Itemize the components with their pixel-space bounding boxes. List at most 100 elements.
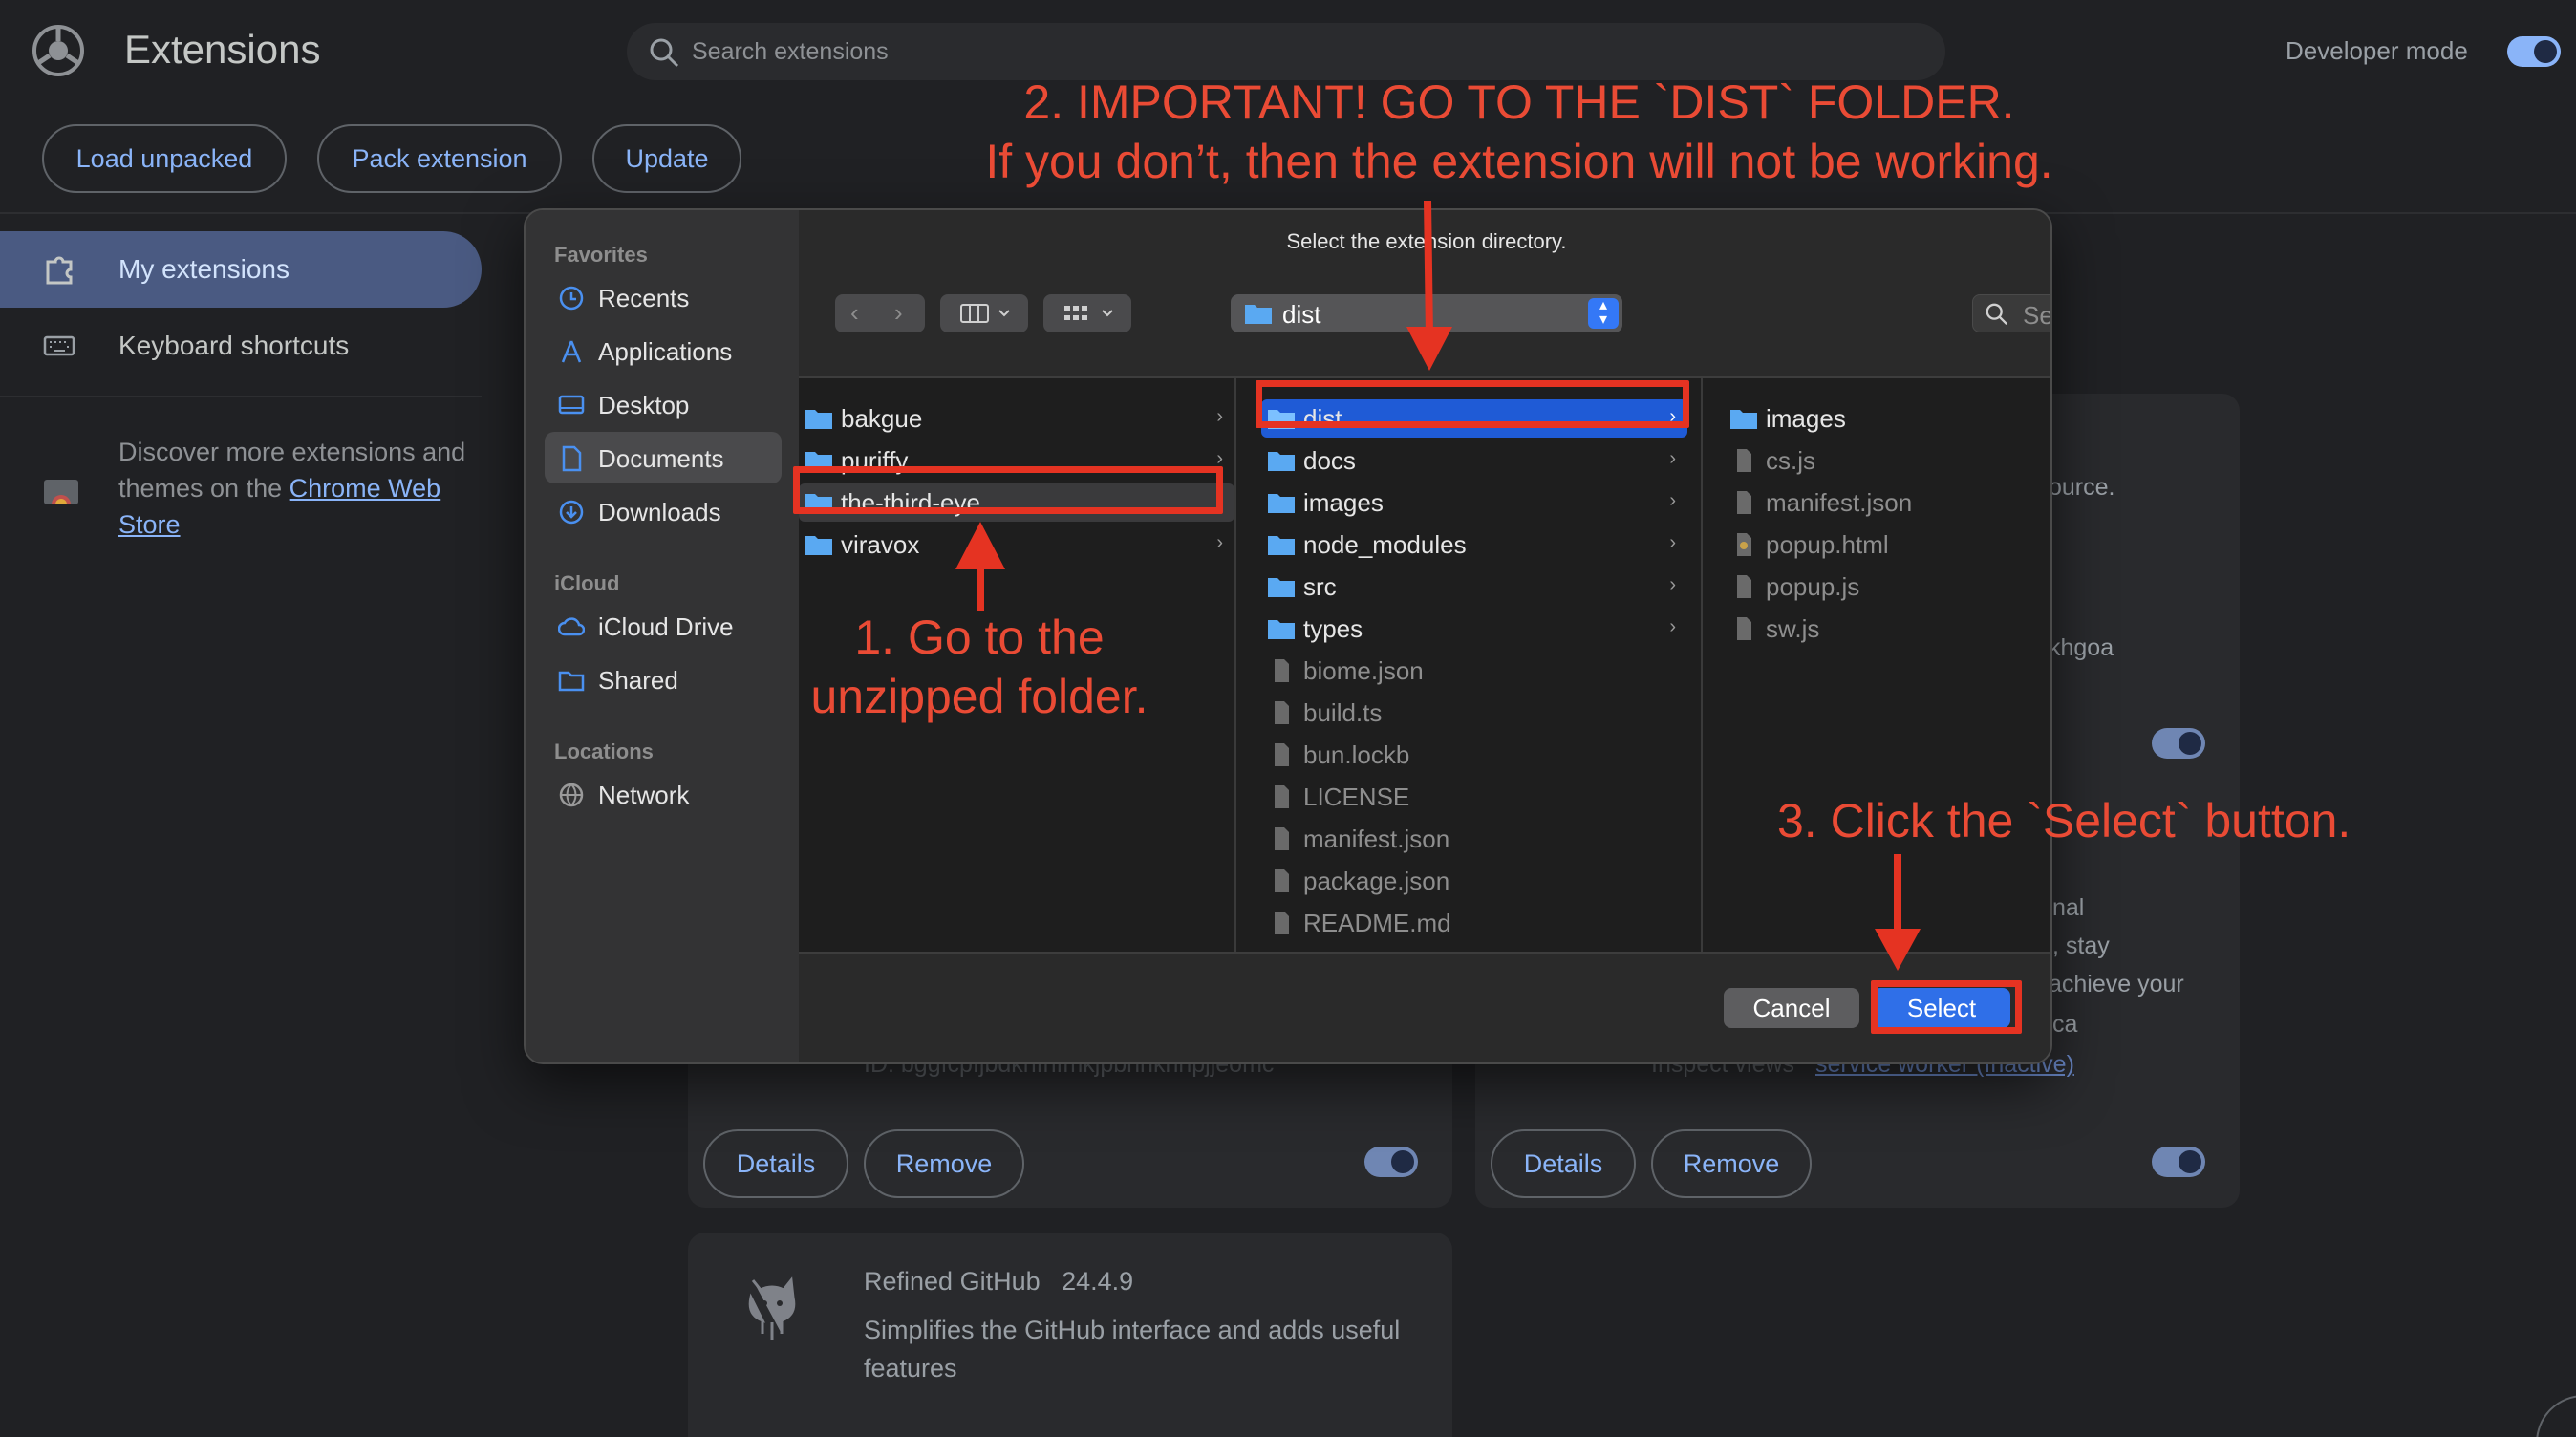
icon-view-button[interactable]: [1043, 294, 1131, 332]
sidebar-item-label: Applications: [598, 337, 733, 366]
description-fragment: nal: [2052, 894, 2085, 921]
file-row: biome.json: [1261, 652, 1687, 690]
folder-row[interactable]: images ›: [1261, 483, 1687, 522]
location-dropdown[interactable]: dist ▴ ▾: [1231, 294, 1622, 332]
details-button[interactable]: Details: [1491, 1129, 1636, 1198]
file-icon: [1275, 743, 1289, 766]
sidebar-item-documents[interactable]: Documents: [545, 432, 782, 483]
file-name: README.md: [1303, 909, 1451, 937]
highlight-dist-folder: [1256, 380, 1689, 428]
remove-button[interactable]: Remove: [864, 1129, 1024, 1198]
chevron-right-icon: ›: [1669, 490, 1676, 511]
sidebar-item-recents[interactable]: Recents: [545, 271, 782, 323]
file-name: manifest.json: [1303, 825, 1450, 853]
sidebar-item-label: Shared: [598, 666, 678, 695]
chevron-right-icon: ›: [1669, 448, 1676, 469]
chevron-right-icon: ›: [1669, 574, 1676, 595]
chrome-web-store-icon: [44, 480, 78, 504]
file-row: README.md: [1261, 904, 1687, 942]
file-name: cs.js: [1766, 446, 1815, 475]
extension-description: Simplifies the GitHub interface and adds…: [864, 1316, 1401, 1383]
search-extensions-input[interactable]: Search extensions: [627, 23, 1945, 80]
extension-enabled-toggle[interactable]: [2152, 1147, 2205, 1177]
search-placeholder: Search: [2023, 301, 2052, 330]
folder-row[interactable]: bakgue ›: [799, 399, 1234, 438]
file-row: popup.js: [1724, 568, 2039, 606]
folder-row[interactable]: src ›: [1261, 568, 1687, 606]
column-view-button[interactable]: [940, 294, 1028, 332]
folder-name: docs: [1303, 446, 1356, 475]
github-octocat-icon: [748, 1276, 796, 1340]
folder-icon: [1268, 494, 1295, 513]
load-unpacked-button[interactable]: Load unpacked: [42, 124, 287, 193]
file-row: popup.html: [1724, 525, 2039, 564]
location-label: dist: [1282, 300, 1321, 329]
chevron-right-icon: ›: [1216, 532, 1223, 553]
pack-extension-button[interactable]: Pack extension: [317, 124, 562, 193]
file-name: package.json: [1303, 867, 1450, 895]
document-icon: [562, 445, 582, 472]
developer-mode-toggle[interactable]: [2507, 36, 2561, 67]
file-row: cs.js: [1724, 441, 2039, 480]
markdown-file-icon: [1275, 912, 1289, 934]
folder-row[interactable]: viravox ›: [799, 525, 1234, 564]
grid-view-icon: [1064, 306, 1113, 320]
sidebar-item-label: My extensions: [118, 254, 290, 284]
developer-mode-label: Developer mode: [2286, 36, 2468, 65]
page-title: Extensions: [124, 27, 321, 72]
back-forward-buttons[interactable]: ‹ ›: [835, 294, 925, 332]
folder-row[interactable]: types ›: [1261, 610, 1687, 648]
chevron-right-icon: ›: [1216, 406, 1223, 427]
sidebar-item-network[interactable]: Network: [545, 768, 782, 820]
annotation-step2-line2: If you don’t, then the extension will no…: [985, 135, 2053, 188]
details-button[interactable]: Details: [703, 1129, 848, 1198]
dialog-prompt: Select the extension directory.: [1286, 229, 1567, 253]
file-icon: [1737, 617, 1751, 640]
html-file-icon: [1737, 533, 1751, 556]
sidebar-item-shared[interactable]: Shared: [545, 654, 782, 705]
sidebar-item-applications[interactable]: Applications: [545, 325, 782, 376]
extension-enabled-toggle[interactable]: [2152, 728, 2205, 759]
folder-icon: [1268, 620, 1295, 639]
extension-enabled-toggle[interactable]: [1364, 1147, 1418, 1177]
description-fragment: ource.: [2049, 474, 2115, 501]
select-directory-dialog: Favorites Recents Applications Desktop D…: [524, 208, 2052, 1064]
annotation-step1-line2: unzipped folder.: [810, 670, 1148, 723]
cloud-icon: [558, 617, 585, 636]
help-button-partial[interactable]: [2536, 1395, 2576, 1437]
sidebar-item-keyboard-shortcuts[interactable]: Keyboard shortcuts: [0, 308, 482, 384]
sidebar-item-icloud-drive[interactable]: iCloud Drive: [545, 600, 782, 652]
column-browser: bakgue › puriffy › the-third-eye › viravox ›…: [799, 378, 2050, 952]
chevron-right-icon[interactable]: ›: [894, 298, 903, 328]
search-icon: [1986, 303, 2008, 326]
folder-row[interactable]: images: [1724, 399, 2039, 438]
sidebar-item-downloads[interactable]: Downloads: [545, 485, 782, 537]
sidebar-item-label: Desktop: [598, 391, 690, 419]
chevron-left-icon[interactable]: ‹: [850, 298, 859, 328]
description-fragment: achieve your: [2049, 971, 2184, 997]
sidebar-item-desktop[interactable]: Desktop: [545, 378, 782, 430]
extension-version: 24.4.9: [1062, 1267, 1134, 1296]
file-name: popup.js: [1766, 572, 1860, 601]
file-name: bun.lockb: [1303, 740, 1410, 769]
sidebar-item-label: Documents: [598, 444, 724, 473]
folder-icon: [1268, 578, 1295, 597]
dialog-search-input[interactable]: Search: [1972, 294, 2052, 332]
file-row: package.json: [1261, 862, 1687, 900]
file-icon: [1737, 449, 1751, 472]
sidebar-item-my-extensions[interactable]: My extensions: [0, 231, 482, 308]
column-divider: [1701, 378, 1703, 952]
folder-name: types: [1303, 614, 1363, 643]
folder-row[interactable]: node_modules ›: [1261, 525, 1687, 564]
update-button[interactable]: Update: [592, 124, 741, 193]
folder-name: node_modules: [1303, 530, 1467, 559]
folder-row[interactable]: docs ›: [1261, 441, 1687, 480]
column-divider: [1234, 378, 1236, 952]
sidebar-item-label: Downloads: [598, 498, 721, 526]
remove-button[interactable]: Remove: [1651, 1129, 1812, 1198]
cancel-button[interactable]: Cancel: [1724, 988, 1859, 1028]
footer-divider: [799, 952, 2050, 954]
shared-folder-icon: [558, 671, 585, 692]
updown-chevron-icon: ▴ ▾: [1588, 298, 1619, 329]
sidebar-item-label: Keyboard shortcuts: [118, 331, 350, 360]
